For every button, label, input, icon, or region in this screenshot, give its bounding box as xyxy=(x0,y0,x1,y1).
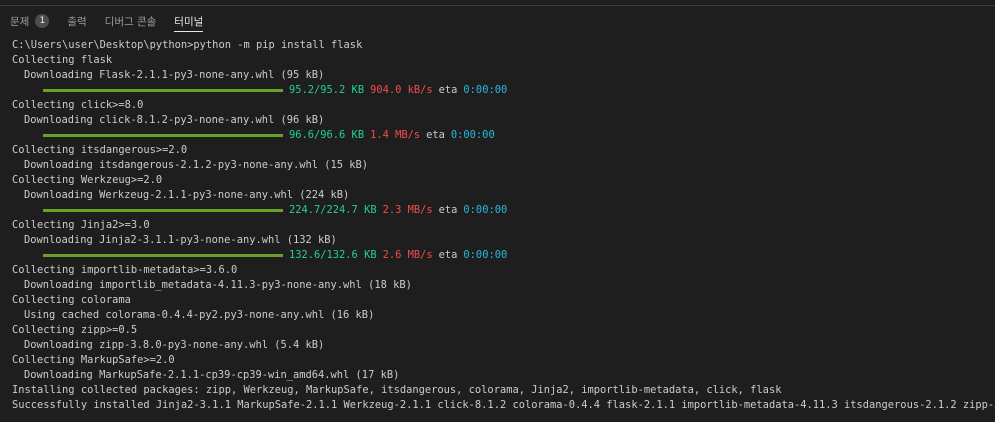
tab-problems[interactable]: 문제 1 xyxy=(10,6,50,36)
terminal-line-text: Downloading itsdangerous-2.1.2-py3-none-… xyxy=(24,159,369,171)
terminal-line: Collecting itsdangerous>=2.0 xyxy=(12,144,188,156)
terminal-line: Downloading itsdangerous-2.1.2-py3-none-… xyxy=(12,158,992,173)
progress-eta-label: eta xyxy=(426,129,445,141)
progress-eta-label: eta xyxy=(438,204,458,216)
terminal-line: Collecting importlib-metadata>=3.6.0 xyxy=(12,264,238,276)
terminal-line: Installing collected packages: zipp, Wer… xyxy=(12,384,782,396)
progress-eta: 0:00:00 xyxy=(463,84,508,96)
terminal-line: Downloading Werkzeug-2.1.1-py3-none-any.… xyxy=(12,188,992,203)
progress-eta-label: eta xyxy=(438,84,458,96)
terminal-line: Collecting flask xyxy=(12,54,113,66)
progress-size: 96.6/96.6 KB xyxy=(289,129,365,141)
terminal-line: Collecting click>=8.0 xyxy=(12,99,144,111)
problems-count-badge: 1 xyxy=(35,14,50,28)
terminal-line: Collecting Werkzeug>=2.0 xyxy=(12,174,163,186)
terminal-line-text: Downloading zipp-3.8.0-py3-none-any.whl … xyxy=(24,339,325,351)
progress-line: 95.2/95.2 KB 904.0 kB/s eta 0:00:00 xyxy=(12,83,992,98)
tab-terminal[interactable]: 터미널 xyxy=(174,6,203,36)
progress-size: 132.6/132.6 KB xyxy=(289,249,377,261)
tab-debug-console-label: 디버그 콘솔 xyxy=(104,15,157,28)
terminal-line: Collecting zipp>=0.5 xyxy=(12,324,138,336)
tab-terminal-label: 터미널 xyxy=(174,15,204,28)
terminal-line: Downloading MarkupSafe-2.1.1-cp39-cp39-w… xyxy=(12,368,992,383)
tab-output-label: 출력 xyxy=(67,15,87,28)
progress-size: 95.2/95.2 KB xyxy=(289,84,365,96)
terminal-line-text: Downloading importlib_metadata-4.11.3-py… xyxy=(24,279,412,291)
terminal-line: Downloading zipp-3.8.0-py3-none-any.whl … xyxy=(12,338,992,353)
progress-speed: 904.0 kB/s xyxy=(370,84,433,96)
progress-bar xyxy=(43,134,283,137)
terminal-line: Collecting colorama xyxy=(12,294,131,306)
progress-eta: 0:00:00 xyxy=(450,129,495,141)
panel-tab-bar: 문제 1 출력 디버그 콘솔 터미널 xyxy=(0,6,995,36)
progress-line: 96.6/96.6 KB 1.4 MB/s eta 0:00:00 xyxy=(12,128,992,143)
terminal-line-text: Downloading MarkupSafe-2.1.1-cp39-cp39-w… xyxy=(24,369,400,381)
progress-bar xyxy=(43,89,283,92)
terminal-line: Downloading Flask-2.1.1-py3-none-any.whl… xyxy=(12,68,992,83)
terminal-line-text: Downloading Flask-2.1.1-py3-none-any.whl… xyxy=(24,69,325,81)
tab-debug-console[interactable]: 디버그 콘솔 xyxy=(105,6,157,36)
progress-bar xyxy=(43,209,283,212)
progress-speed: 1.4 MB/s xyxy=(370,129,421,141)
terminal-line: Collecting MarkupSafe>=2.0 xyxy=(12,354,175,366)
progress-speed: 2.6 MB/s xyxy=(382,249,433,261)
tab-problems-label: 문제 xyxy=(10,15,30,28)
terminal-line-text: Downloading click-8.1.2-py3-none-any.whl… xyxy=(24,114,325,126)
tab-output[interactable]: 출력 xyxy=(67,6,86,36)
terminal-line: Using cached colorama-0.4.4-py2.py3-none… xyxy=(12,308,992,323)
terminal-success-line: Successfully installed Jinja2-3.1.1 Mark… xyxy=(12,399,995,411)
progress-bar xyxy=(43,254,283,257)
terminal-line: Collecting Jinja2>=3.0 xyxy=(12,219,150,231)
terminal-line: Downloading click-8.1.2-py3-none-any.whl… xyxy=(12,113,992,128)
terminal-line-text: Downloading Jinja2-3.1.1-py3-none-any.wh… xyxy=(24,234,337,246)
progress-size: 224.7/224.7 KB xyxy=(289,204,377,216)
terminal-line-text: Using cached colorama-0.4.4-py2.py3-none… xyxy=(24,309,375,321)
terminal-line: Downloading Jinja2-3.1.1-py3-none-any.wh… xyxy=(12,233,992,248)
progress-line: 224.7/224.7 KB 2.3 MB/s eta 0:00:00 xyxy=(12,203,992,218)
terminal-line-text: Downloading Werkzeug-2.1.1-py3-none-any.… xyxy=(24,189,350,201)
terminal-line: Downloading importlib_metadata-4.11.3-py… xyxy=(12,278,992,293)
terminal-output[interactable]: C:\Users\user\Desktop\python>python -m p… xyxy=(12,38,995,413)
progress-line: 132.6/132.6 KB 2.6 MB/s eta 0:00:00 xyxy=(12,248,992,263)
progress-eta: 0:00:00 xyxy=(463,204,508,216)
progress-eta: 0:00:00 xyxy=(463,249,508,261)
progress-eta-label: eta xyxy=(438,249,458,261)
terminal-command-line: C:\Users\user\Desktop\python>python -m p… xyxy=(12,39,363,51)
progress-speed: 2.3 MB/s xyxy=(382,204,433,216)
